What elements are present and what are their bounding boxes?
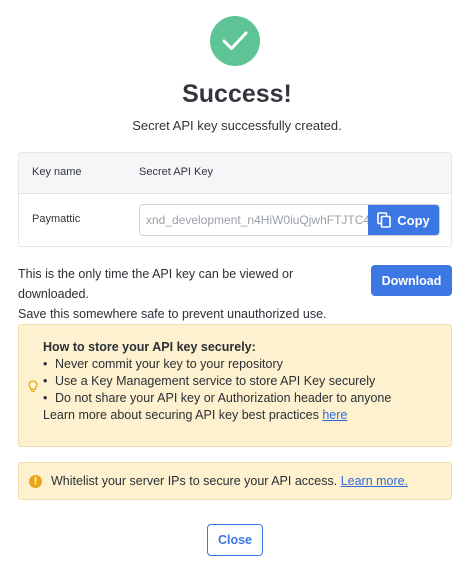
key-name-value: Paymattic	[32, 213, 81, 225]
best-practices-link[interactable]: here	[322, 408, 347, 422]
whitelist-text: Whitelist your server IPs to secure your…	[51, 474, 338, 488]
one-time-notice: This is the only time the API key can be…	[18, 264, 358, 324]
tips-list: Never commit your key to your repository…	[43, 356, 391, 407]
column-header-key-name: Key name	[32, 166, 82, 178]
tip-item: Use a Key Management service to store AP…	[43, 373, 391, 390]
secret-key-field[interactable]: xnd_development_n4HiW0iuQjwhFTJTC4c Copy	[139, 204, 440, 236]
page-title: Success!	[182, 80, 292, 108]
tip-item: Never commit your key to your repository	[43, 356, 391, 373]
tip-item: Do not share your API key or Authorizati…	[43, 390, 391, 407]
whitelist-notice: ! Whitelist your server IPs to secure yo…	[18, 462, 452, 500]
download-button[interactable]: Download	[371, 265, 452, 296]
notice-line-2: Save this somewhere safe to prevent unau…	[18, 307, 327, 321]
learn-more-line: Learn more about securing API key best p…	[43, 407, 391, 424]
success-checkmark-icon	[210, 16, 260, 66]
learn-more-text: Learn more about securing API key best p…	[43, 408, 319, 422]
warning-icon: !	[29, 474, 42, 488]
close-button[interactable]: Close	[207, 524, 263, 556]
table-header: Key name Secret API Key	[19, 153, 451, 194]
column-header-secret-key: Secret API Key	[139, 166, 213, 178]
api-key-tips-box: How to store your API key securely: Neve…	[18, 324, 452, 447]
tips-title: How to store your API key securely:	[43, 340, 256, 354]
api-key-table: Key name Secret API Key Paymattic xnd_de…	[18, 152, 452, 247]
notice-line-1: This is the only time the API key can be…	[18, 267, 294, 301]
learn-more-link[interactable]: Learn more.	[341, 474, 408, 488]
secret-key-value[interactable]: xnd_development_n4HiW0iuQjwhFTJTC4c	[140, 205, 368, 235]
copy-icon	[377, 212, 392, 228]
copy-button[interactable]: Copy	[368, 205, 439, 235]
tips-content: How to store your API key securely: Neve…	[43, 339, 391, 424]
lightbulb-icon	[28, 380, 38, 392]
table-row: Paymattic xnd_development_n4HiW0iuQjwhFT…	[19, 194, 451, 246]
page-subtitle: Secret API key successfully created.	[132, 118, 342, 133]
copy-label: Copy	[397, 212, 430, 228]
